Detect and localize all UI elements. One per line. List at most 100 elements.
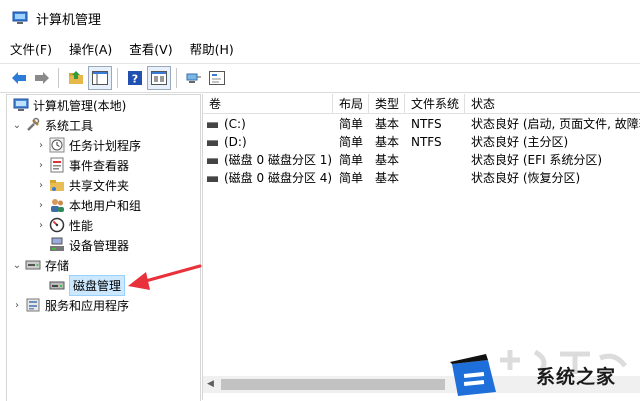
filesystem-cell: NTFS	[411, 135, 442, 149]
performance-icon	[49, 217, 65, 233]
tree-node-performance[interactable]: › 性能	[35, 215, 93, 235]
tree-label: 系统工具	[45, 118, 94, 133]
tree-label: 本地用户和组	[69, 198, 142, 213]
svg-text:?: ?	[132, 73, 138, 86]
volume-cell: (C:)	[207, 115, 331, 133]
volume-cell: (磁盘 0 磁盘分区 4)	[207, 169, 333, 187]
tree-node-shared-folders[interactable]: › 共享文件夹	[35, 175, 129, 195]
disk-icon	[49, 281, 65, 290]
layout-cell: 简单	[339, 117, 364, 131]
tree-label: 设备管理器	[69, 238, 130, 253]
computer-management-icon	[12, 11, 28, 24]
chevron-down-icon[interactable]: ⌄	[11, 120, 23, 131]
menu-help[interactable]: 帮助(H)	[183, 38, 241, 62]
properties-icon	[151, 71, 167, 85]
console-icon	[209, 71, 225, 85]
table-row[interactable]: (磁盘 0 磁盘分区 1) 简单 基本 状态良好 (EFI 系统分区)	[203, 151, 640, 169]
properties-button[interactable]	[147, 66, 171, 90]
chevron-right-icon[interactable]: ›	[35, 140, 47, 151]
chevron-right-icon[interactable]: ›	[35, 200, 47, 211]
menu-action[interactable]: 操作(A)	[62, 38, 119, 62]
show-hide-tree-icon	[92, 71, 108, 85]
filesystem-cell: NTFS	[411, 117, 442, 131]
tree-node-storage[interactable]: ⌄ 存储	[11, 255, 69, 275]
tree-label: 存储	[45, 258, 70, 273]
toolbar: ?	[0, 63, 640, 93]
layout-cell: 简单	[339, 135, 364, 149]
tree-label: 磁盘管理	[69, 274, 126, 296]
services-icon	[26, 298, 40, 312]
column-header-status[interactable]: 状态	[465, 94, 640, 114]
tree-label: 共享文件夹	[69, 178, 130, 193]
type-cell: 基本	[375, 153, 400, 167]
tree-label: 服务和应用程序	[45, 298, 130, 313]
storage-icon	[25, 260, 41, 270]
status-cell: 状态良好 (恢复分区)	[471, 171, 581, 185]
back-arrow-icon	[12, 72, 26, 84]
table-row[interactable]: (D:) 简单 基本 NTFS 状态良好 (主分区)	[203, 133, 640, 151]
show-hide-tree-button[interactable]	[88, 66, 112, 90]
clock-icon	[49, 137, 65, 153]
volume-icon	[207, 139, 218, 146]
volume-icon	[207, 157, 218, 164]
back-button[interactable]	[8, 67, 30, 89]
tree-node-computer-management[interactable]: 计算机管理(本地)	[11, 95, 126, 115]
column-header-filesystem[interactable]: 文件系统	[405, 94, 465, 114]
tree-node-disk-management[interactable]: 磁盘管理	[47, 274, 126, 296]
title-bar: 计算机管理	[0, 0, 640, 36]
help-icon: ?	[128, 71, 142, 86]
chevron-right-icon[interactable]: ›	[11, 300, 23, 311]
tree-node-task-scheduler[interactable]: › 任务计划程序	[35, 135, 141, 155]
forward-button[interactable]	[31, 67, 53, 89]
volume-icon	[207, 175, 218, 182]
volume-icon	[207, 121, 218, 128]
type-cell: 基本	[375, 117, 400, 131]
chevron-right-icon[interactable]: ›	[35, 160, 47, 171]
menu-view[interactable]: 查看(V)	[122, 38, 179, 62]
chevron-right-icon[interactable]: ›	[35, 180, 47, 191]
forward-arrow-icon	[35, 72, 49, 84]
layout-cell: 简单	[339, 171, 364, 185]
menu-bar: 文件(F) 操作(A) 查看(V) 帮助(H)	[0, 38, 640, 62]
table-row[interactable]: (C:) 简单 基本 NTFS 状态良好 (启动, 页面文件, 故障转	[203, 115, 640, 133]
chevron-right-icon[interactable]: ›	[35, 220, 47, 231]
console-button[interactable]	[206, 67, 228, 89]
type-cell: 基本	[375, 171, 400, 185]
tools-icon	[27, 117, 40, 131]
menu-file[interactable]: 文件(F)	[3, 38, 59, 62]
toolbar-separator	[176, 68, 177, 88]
navigation-tree: 计算机管理(本地) ⌄ 系统工具 › 任务计划程序 › 事件查看器 › 共享文件…	[6, 94, 201, 401]
watermark-logo: 系统之家	[440, 340, 640, 400]
tree-node-local-users[interactable]: › 本地用户和组	[35, 195, 141, 215]
volume-name: (磁盘 0 磁盘分区 1)	[224, 153, 333, 167]
column-header-layout[interactable]: 布局	[333, 94, 369, 114]
connect-icon	[186, 73, 201, 83]
tree-node-device-manager[interactable]: 设备管理器	[47, 235, 129, 255]
window-title: 计算机管理	[36, 12, 102, 28]
up-button[interactable]	[65, 67, 87, 89]
column-header-volume[interactable]: 卷	[203, 94, 333, 114]
watermark-text: 系统之家	[536, 366, 617, 388]
table-row[interactable]: (磁盘 0 磁盘分区 4) 简单 基本 状态良好 (恢复分区)	[203, 169, 640, 187]
tree-node-system-tools[interactable]: ⌄ 系统工具	[11, 115, 93, 135]
chevron-down-icon[interactable]: ⌄	[11, 260, 23, 271]
tree-node-event-viewer[interactable]: › 事件查看器	[35, 155, 129, 175]
volume-cell: (磁盘 0 磁盘分区 1)	[207, 151, 333, 169]
scroll-left-icon[interactable]: ◀	[207, 379, 214, 389]
status-cell: 状态良好 (启动, 页面文件, 故障转	[471, 117, 640, 131]
column-header-type[interactable]: 类型	[369, 94, 405, 114]
tree-label: 性能	[69, 218, 94, 233]
volume-name: (磁盘 0 磁盘分区 4)	[224, 171, 333, 185]
volume-cell: (D:)	[207, 133, 331, 151]
volume-name: (C:)	[224, 117, 246, 131]
scrollbar-thumb[interactable]	[221, 379, 445, 390]
event-viewer-icon	[50, 157, 64, 173]
toolbar-separator	[58, 68, 59, 88]
connect-button[interactable]	[183, 67, 205, 89]
volume-name: (D:)	[224, 135, 247, 149]
help-button[interactable]: ?	[124, 67, 146, 89]
tree-node-services-applications[interactable]: › 服务和应用程序	[11, 295, 129, 315]
type-cell: 基本	[375, 135, 400, 149]
tree-label: 事件查看器	[69, 158, 130, 173]
tree-label: 计算机管理(本地)	[33, 98, 127, 113]
